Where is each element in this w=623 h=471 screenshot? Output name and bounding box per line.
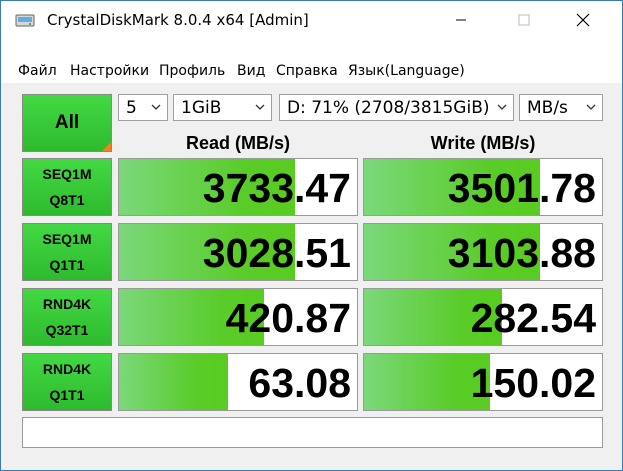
minimize-button[interactable] [438, 1, 484, 38]
title-bar[interactable]: CrystalDiskMark 8.0.4 x64 [Admin] [1, 1, 622, 38]
test-name: SEQ1M [42, 231, 92, 247]
test-size-select[interactable]: 1GiB [173, 94, 272, 121]
read-result-cell: 63.08 [118, 353, 358, 411]
read-value: 3733.47 [202, 165, 351, 211]
menu-bar-spacer [1, 38, 622, 59]
read-column-header: Read (MB/s) [185, 133, 290, 153]
unit-value: MB/s [527, 98, 568, 118]
write-column-header: Write (MB/s) [430, 133, 536, 153]
read-result-cell: 3733.47 [118, 158, 358, 216]
drive-select[interactable]: D: 71% (2708/3815GiB) [279, 94, 514, 121]
maximize-button[interactable] [501, 1, 547, 38]
test-name: RND4K [42, 296, 92, 312]
test-params: Q32T1 [45, 322, 89, 338]
corner-marker [102, 142, 111, 151]
menu-help[interactable]: Справка [276, 63, 338, 79]
chevron-down-icon [255, 104, 265, 110]
write-value: 282.54 [470, 295, 596, 341]
menu-profile[interactable]: Профиль [159, 63, 225, 79]
chevron-down-icon [586, 104, 596, 110]
unit-select[interactable]: MB/s [519, 94, 603, 121]
test-button-seq1m-q8t1[interactable]: SEQ1M Q8T1 [22, 158, 112, 216]
menu-view[interactable]: Вид [237, 63, 265, 79]
menu-language[interactable]: Язык(Language) [348, 63, 465, 79]
test-name: SEQ1M [42, 166, 92, 182]
menu-file[interactable]: Файл [18, 63, 57, 79]
drive-value: D: 71% (2708/3815GiB) [287, 98, 489, 118]
chevron-down-icon [151, 104, 161, 110]
write-value: 150.02 [470, 360, 596, 406]
test-count-select[interactable]: 5 [118, 94, 168, 121]
write-value: 3103.88 [447, 230, 596, 276]
close-button[interactable] [560, 1, 606, 38]
read-progress-bar [119, 354, 229, 410]
status-bar [22, 417, 603, 448]
test-button-rnd4k-q1t1[interactable]: RND4K Q1T1 [22, 353, 112, 411]
disk-icon [15, 14, 35, 27]
write-result-cell: 150.02 [363, 353, 603, 411]
test-count-value: 5 [126, 98, 137, 118]
read-value: 420.87 [225, 295, 351, 341]
maximize-icon [518, 14, 530, 25]
read-value: 3028.51 [202, 230, 351, 276]
read-value: 63.08 [248, 360, 351, 406]
chevron-down-icon [497, 104, 507, 110]
read-result-cell: 3028.51 [118, 223, 358, 281]
test-params: Q1T1 [49, 257, 85, 273]
test-params: Q1T1 [49, 387, 85, 403]
run-all-label: All [54, 112, 80, 133]
window-title: CrystalDiskMark 8.0.4 x64 [Admin] [47, 11, 309, 29]
test-size-value: 1GiB [181, 98, 222, 118]
write-value: 3501.78 [447, 165, 596, 211]
test-params: Q8T1 [49, 192, 85, 208]
menu-settings[interactable]: Настройки [70, 63, 149, 79]
write-result-cell: 3103.88 [363, 223, 603, 281]
run-all-button[interactable]: All [22, 94, 112, 152]
test-button-seq1m-q1t1[interactable]: SEQ1M Q1T1 [22, 223, 112, 281]
test-button-rnd4k-q32t1[interactable]: RND4K Q32T1 [22, 288, 112, 346]
test-name: RND4K [42, 361, 92, 377]
write-result-cell: 3501.78 [363, 158, 603, 216]
app-window: CrystalDiskMark 8.0.4 x64 [Admin] Файл Н… [0, 0, 623, 471]
close-icon [576, 13, 590, 26]
read-result-cell: 420.87 [118, 288, 358, 346]
minimize-icon [456, 19, 466, 20]
write-result-cell: 282.54 [363, 288, 603, 346]
